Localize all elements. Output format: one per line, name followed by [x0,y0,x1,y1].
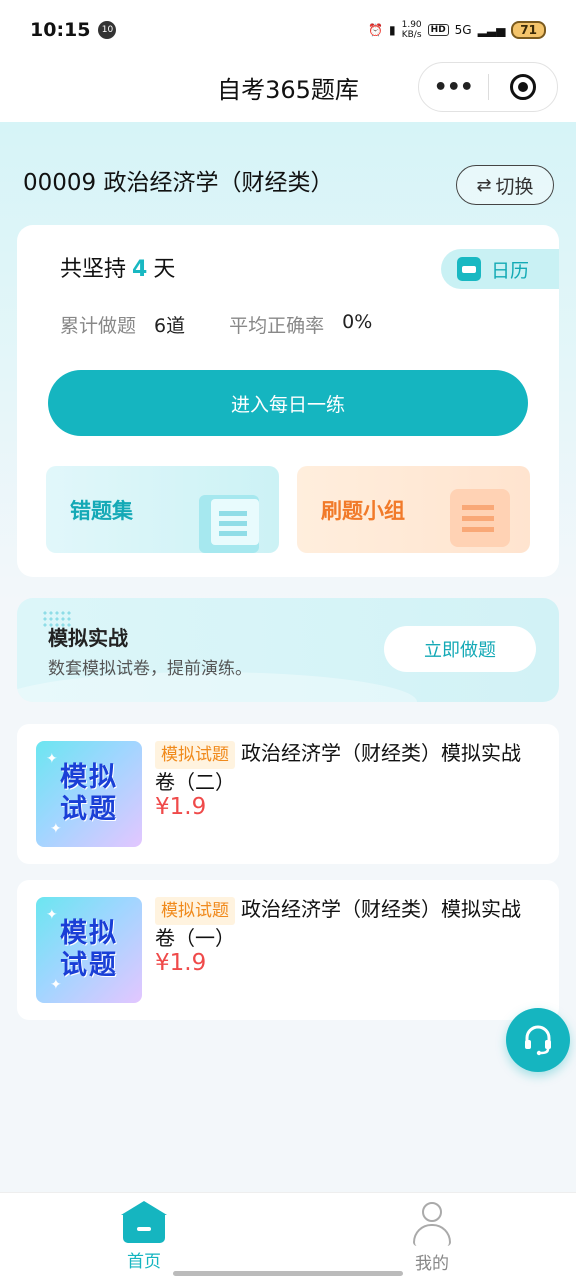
vibrate-icon: ▮ [389,23,396,37]
mini-program-capsule: ••• [418,62,558,112]
streak-suffix: 天 [153,257,176,282]
product-thumbnail: ✦ ✦ 模拟 试题 [36,897,142,1003]
mock-exam-subtitle: 数套模拟试卷，提前演练。 [48,659,252,679]
nav-bar: 自考365题库 ••• [0,60,576,122]
status-time: 10:15 [30,19,91,41]
streak-prefix: 共坚持 [60,257,127,282]
total-questions-label: 累计做题 [60,315,137,337]
calendar-button[interactable]: 日历 [441,249,559,289]
sparkle-icon: ✦ [50,821,62,837]
net-speed-unit: KB/s [401,30,422,40]
accuracy-value: 0% [342,311,373,333]
home-icon [121,1201,167,1243]
streak-text: 共坚持 4 天 [60,251,175,283]
thumbnail-line2: 试题 [60,794,118,825]
product-name: 模拟试题 政治经济学（财经类）模拟实战卷（二） [155,740,537,795]
thumbnail-text: 模拟 试题 [60,762,118,826]
sparkle-icon: ✦ [50,977,62,993]
tab-home[interactable]: 首页 [94,1201,194,1272]
switch-subject-button[interactable]: ⇄ 切换 [456,165,554,205]
thumbnail-line1: 模拟 [60,762,118,793]
wrong-questions-label: 错题集 [70,498,133,523]
notification-badge-icon: 10 [98,21,117,39]
mock-exam-title: 模拟实战 [48,626,128,650]
stats-row: 累计做题 6道 平均正确率 0% [60,311,416,338]
product-price: ¥1.9 [155,794,207,820]
product-card[interactable]: ✦ ✦ 模拟 试题 模拟试题 政治经济学（财经类）模拟实战卷（二） ¥1.9 [17,724,559,864]
calendar-label: 日历 [491,259,530,282]
daily-practice-button[interactable]: 进入每日一练 [48,370,528,436]
product-price: ¥1.9 [155,950,207,976]
close-button[interactable] [489,74,558,100]
network-speed: 1.90 KB/s [402,20,422,40]
tab-home-label: 首页 [127,1252,161,1272]
accuracy-label: 平均正确率 [229,315,325,337]
streak-days: 4 [132,257,148,282]
start-mock-button[interactable]: 立即做题 [384,626,536,672]
user-icon [409,1201,455,1247]
thumbnail-line2: 试题 [60,950,118,981]
signal-icon: 5G [454,23,472,37]
calendar-icon [457,257,481,281]
folder-icon [189,483,269,553]
thumbnail-text: 模拟 试题 [60,918,118,982]
subject-title: 00009 政治经济学（财经类） [23,170,334,196]
product-thumbnail: ✦ ✦ 模拟 试题 [36,741,142,847]
mock-exam-banner: 模拟实战 数套模拟试卷，提前演练。 立即做题 [17,598,559,702]
signal-bars-icon: ▂▃▅ [477,23,506,37]
product-tag: 模拟试题 [155,741,235,769]
battery-icon: 71 [511,21,546,39]
customer-service-button[interactable] [506,1008,570,1072]
practice-group-tile[interactable]: 刷题小组 [297,466,530,553]
tab-bar: 首页 我的 [0,1192,576,1280]
sparkle-icon: ✦ [46,907,58,923]
sparkle-icon: ✦ [46,751,58,767]
product-name: 模拟试题 政治经济学（财经类）模拟实战卷（一） [155,896,537,951]
tab-me[interactable]: 我的 [382,1201,482,1274]
target-icon [509,74,536,100]
alarm-icon: ⏰ [368,23,383,37]
study-summary-card: 共坚持 4 天 日历 累计做题 6道 平均正确率 0% 进入每日一练 错题集 刷题小… [17,225,559,577]
switch-label: 切换 [495,175,534,198]
home-indicator [173,1271,403,1276]
more-button[interactable]: ••• [419,75,488,100]
status-bar: 10:15 10 ⏰ ▮ 1.90 KB/s HD 5G ▂▃▅ 71 [0,0,576,60]
product-tag: 模拟试题 [155,897,235,925]
tab-me-label: 我的 [415,1254,449,1274]
hd-icon: HD [427,24,449,36]
headset-icon [525,1025,551,1056]
scroll-icon [440,483,520,553]
net-speed-value: 1.90 [401,20,422,30]
swap-icon: ⇄ [476,174,492,196]
practice-group-label: 刷题小组 [321,498,405,523]
total-questions-value: 6道 [154,315,186,337]
product-card[interactable]: ✦ ✦ 模拟 试题 模拟试题 政治经济学（财经类）模拟实战卷（一） ¥1.9 [17,880,559,1020]
wrong-questions-tile[interactable]: 错题集 [46,466,279,553]
status-icons: ⏰ ▮ 1.90 KB/s HD 5G ▂▃▅ 71 [368,20,546,40]
thumbnail-line1: 模拟 [60,918,118,949]
